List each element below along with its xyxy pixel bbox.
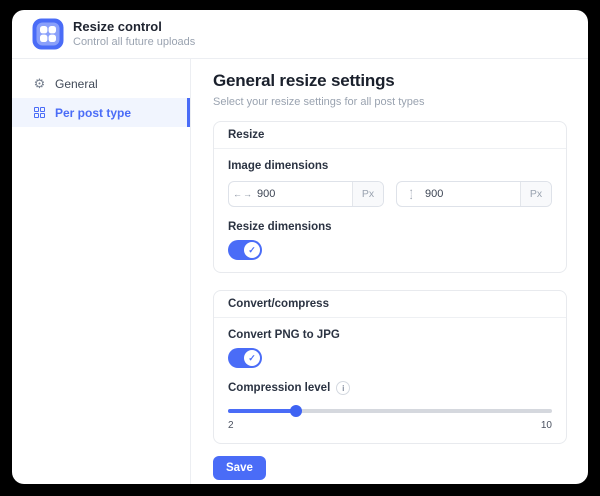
convert-panel: Convert/compress Convert PNG to JPG ✓ Co… <box>213 290 567 444</box>
convert-panel-header: Convert/compress <box>214 291 566 318</box>
sidebar-item-per-post-type[interactable]: Per post type <box>12 98 190 127</box>
app-logo-icon <box>32 18 64 50</box>
resize-dimensions-toggle[interactable]: ✓ <box>228 240 262 260</box>
slider-thumb[interactable] <box>290 405 303 417</box>
image-dimensions-label: Image dimensions <box>228 160 329 172</box>
vertical-arrows-icon: ↑ ↓ <box>409 187 413 201</box>
page-title: General resize settings <box>213 71 395 90</box>
width-unit-label: Px <box>352 182 383 206</box>
width-input-group: ←→ Px <box>228 181 384 207</box>
app-header: Resize control Control all future upload… <box>12 10 588 59</box>
info-icon[interactable]: i <box>336 381 351 395</box>
convert-png-toggle[interactable]: ✓ <box>228 348 262 368</box>
toggle-knob: ✓ <box>244 350 260 366</box>
grid-icon <box>33 107 46 118</box>
page-subtitle: Select your resize settings for all post… <box>213 96 425 108</box>
horizontal-arrows-icon: ← → <box>233 189 253 199</box>
sidebar: ⚙ General Per post type <box>12 59 191 484</box>
app-subtitle: Control all future uploads <box>73 35 196 48</box>
height-unit-label: Px <box>520 182 551 206</box>
app-header-text: Resize control Control all future upload… <box>73 19 195 50</box>
height-input[interactable] <box>425 182 520 206</box>
height-input-group: ↑↓ Px <box>396 181 552 207</box>
check-icon: ✓ <box>248 352 256 363</box>
sidebar-item-label: Per post type <box>55 105 132 120</box>
slider-min-label: 2 <box>228 420 234 431</box>
slider-max-label: 10 <box>540 420 552 431</box>
app-window: Resize control Control all future upload… <box>12 10 588 484</box>
sidebar-item-general[interactable]: ⚙ General <box>12 69 190 98</box>
app-title: Resize control <box>73 18 162 34</box>
toggle-knob: ✓ <box>244 242 260 258</box>
check-icon: ✓ <box>248 244 256 255</box>
resize-panel: Resize Image dimensions ←→ Px ↑↓ <box>213 121 567 273</box>
width-input[interactable] <box>257 182 352 206</box>
main-content: General resize settings Select your resi… <box>191 59 588 484</box>
compression-level-label: Compression level i <box>228 381 552 395</box>
convert-png-label: Convert PNG to JPG <box>228 329 340 341</box>
compression-slider[interactable] <box>228 405 552 417</box>
slider-fill <box>228 409 297 413</box>
resize-dimensions-label: Resize dimensions <box>228 221 332 233</box>
resize-panel-header: Resize <box>214 122 566 149</box>
sidebar-item-label: General <box>55 76 98 91</box>
save-button[interactable]: Save <box>213 456 266 480</box>
gear-icon: ⚙ <box>33 76 46 91</box>
